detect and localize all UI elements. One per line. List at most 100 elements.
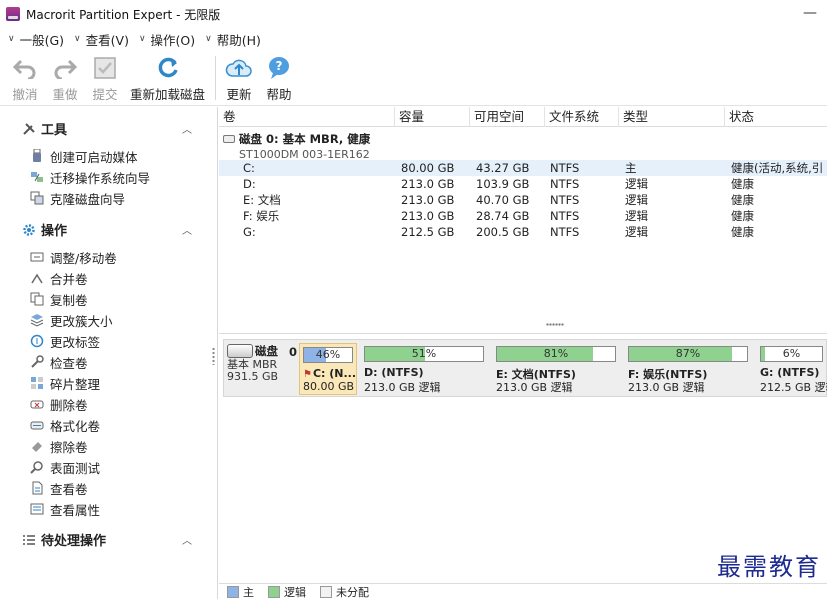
magnifier-icon <box>30 460 44 474</box>
cell-free: 43.27 GB <box>476 161 530 175</box>
section-pending[interactable]: 待处理操作 ︿ <box>22 530 202 549</box>
redo-icon <box>50 54 80 82</box>
sidebar-item-format[interactable]: 格式化卷 <box>30 415 100 435</box>
defrag-icon <box>30 376 44 390</box>
title-bar: Macrorit Partition Expert - 无限版 — <box>0 0 827 28</box>
cell-type: 逻辑 <box>625 177 648 191</box>
disk-icon <box>223 135 235 143</box>
active-flag-icon: ⚑ <box>303 369 312 380</box>
table-row[interactable]: D: 213.0 GB 103.9 GB NTFS 逻辑 健康 <box>219 176 827 192</box>
sidebar-item-check-volume[interactable]: 检查卷 <box>30 352 88 372</box>
redo-button[interactable]: 重做 <box>48 52 82 103</box>
help-button[interactable]: ? 帮助 <box>262 52 296 103</box>
collapse-icon[interactable]: ︿ <box>182 222 192 237</box>
tools-icon <box>22 122 36 136</box>
section-operations[interactable]: 操作 ︿ <box>22 220 202 239</box>
cell-status: 健康 <box>731 225 754 239</box>
label-icon <box>30 334 44 348</box>
sidebar-item-clone-disk[interactable]: 克隆磁盘向导 <box>30 188 125 208</box>
delete-disk-icon <box>30 397 44 411</box>
minimize-button[interactable]: — <box>803 5 817 21</box>
partition-block[interactable]: 87% F: 娱乐(NTFS) 213.0 GB 逻辑 <box>625 343 753 395</box>
cell-free: 200.5 GB <box>476 225 530 239</box>
legend-swatch <box>227 585 239 598</box>
cell-name: F: 娱乐 <box>243 209 280 223</box>
partition-desc: 80.00 GB <box>303 380 355 393</box>
table-row[interactable]: C: 80.00 GB 43.27 GB NTFS 主 健康(活动,系统,引 <box>219 160 827 176</box>
layers-icon <box>30 313 44 327</box>
table-row[interactable]: F: 娱乐 213.0 GB 28.74 GB NTFS 逻辑 健康 <box>219 208 827 224</box>
sidebar-item-delete[interactable]: 删除卷 <box>30 394 88 414</box>
usage-percent: 46% <box>315 348 341 361</box>
cell-capacity: 213.0 GB <box>401 193 455 207</box>
legend: 主 逻辑 未分配 <box>219 583 827 599</box>
reload-disk-button[interactable]: 重新加载磁盘 <box>128 52 207 103</box>
menu-view[interactable]: ∨ 查看(V) <box>74 30 129 49</box>
undo-button[interactable]: 撤消 <box>8 52 42 103</box>
update-button[interactable]: 更新 <box>222 52 256 103</box>
legend-item: 主 <box>227 584 254 599</box>
sidebar-item-bootable-media[interactable]: 创建可启动媒体 <box>30 146 138 166</box>
disk-title[interactable]: 磁盘 0: 基本 MBR, 健康 <box>223 131 370 147</box>
sidebar-item-migrate-os[interactable]: 迁移操作系统向导 <box>30 167 150 187</box>
cell-fs: NTFS <box>550 209 580 223</box>
legend-item: 未分配 <box>320 584 369 599</box>
collapse-icon[interactable]: ︿ <box>182 121 192 136</box>
disk-map: 磁盘 0 基本 MBR 931.5 GB 46% ⚑C: (N... 80.00 G… <box>223 339 827 397</box>
partition-name: G: (NTFS) <box>760 366 820 379</box>
sidebar-item-resize-move[interactable]: 调整/移动卷 <box>30 247 117 267</box>
partition-block[interactable]: 81% E: 文档(NTFS) 213.0 GB 逻辑 <box>493 343 621 395</box>
column-free-space[interactable]: 可用空间 <box>470 107 545 127</box>
sidebar-item-properties[interactable]: 查看属性 <box>30 499 100 519</box>
sidebar-item-merge[interactable]: 合并卷 <box>30 268 88 288</box>
usage-percent: 6% <box>782 347 801 360</box>
partition-desc: 212.5 GB 逻辑 <box>760 381 827 394</box>
cell-status: 健康 <box>731 177 754 191</box>
column-volume[interactable]: 卷 <box>219 107 395 127</box>
cloud-upload-icon <box>224 54 254 82</box>
column-status[interactable]: 状态 <box>725 107 827 127</box>
chevron-down-icon: ∨ <box>74 34 81 44</box>
cell-type: 逻辑 <box>625 193 648 207</box>
column-file-system[interactable]: 文件系统 <box>545 107 619 127</box>
partition-block[interactable]: 51% D: (NTFS) 213.0 GB 逻辑 <box>361 343 489 395</box>
undo-icon <box>10 54 40 82</box>
cell-name: G: <box>243 225 256 239</box>
sidebar-resize-handle[interactable] <box>212 347 215 365</box>
sidebar-item-defrag[interactable]: 碎片整理 <box>30 373 100 393</box>
sidebar-item-surface-test[interactable]: 表面测试 <box>30 457 100 477</box>
wrench-icon <box>30 355 44 369</box>
sidebar-item-view-volume[interactable]: 查看卷 <box>30 478 88 498</box>
cell-type: 逻辑 <box>625 209 648 223</box>
cell-type: 逻辑 <box>625 225 648 239</box>
sidebar-item-change-label[interactable]: 更改标签 <box>30 331 100 351</box>
commit-button[interactable]: 提交 <box>88 52 122 103</box>
menu-operation[interactable]: ∨ 操作(O) <box>139 30 195 49</box>
chevron-down-icon: ∨ <box>205 34 212 44</box>
partition-block[interactable]: 6% G: (NTFS) 212.5 GB 逻辑 <box>757 343 827 395</box>
table-row[interactable]: G: 212.5 GB 200.5 GB NTFS 逻辑 健康 <box>219 224 827 240</box>
main-panel: 卷 容量 可用空间 文件系统 类型 状态 磁盘 0: 基本 MBR, 健康 ST… <box>219 107 827 599</box>
splitter-handle[interactable] <box>546 323 564 326</box>
menu-help[interactable]: ∨ 帮助(H) <box>205 30 261 49</box>
collapse-icon[interactable]: ︿ <box>182 532 192 547</box>
resize-icon <box>30 250 44 264</box>
partition-block[interactable]: 46% ⚑C: (N... 80.00 GB <box>299 343 357 395</box>
menu-general[interactable]: ∨ 一般(G) <box>8 30 64 49</box>
disk-group: 磁盘 0: 基本 MBR, 健康 ST1000DM 003-1ER162 <box>223 131 370 161</box>
chevron-down-icon: ∨ <box>8 34 15 44</box>
column-capacity[interactable]: 容量 <box>395 107 470 127</box>
disk-map-info[interactable]: 磁盘 0 基本 MBR 931.5 GB <box>227 343 297 395</box>
sidebar-item-copy[interactable]: 复制卷 <box>30 289 88 309</box>
cell-status: 健康(活动,系统,引 <box>731 161 824 175</box>
cell-status: 健康 <box>731 193 754 207</box>
cell-type: 主 <box>625 161 637 175</box>
cell-free: 28.74 GB <box>476 209 530 223</box>
legend-item: 逻辑 <box>268 584 306 599</box>
section-tools[interactable]: 工具 ︿ <box>22 119 202 138</box>
sidebar-item-wipe[interactable]: 擦除卷 <box>30 436 88 456</box>
table-row[interactable]: E: 文档 213.0 GB 40.70 GB NTFS 逻辑 健康 <box>219 192 827 208</box>
sidebar-item-cluster-size[interactable]: 更改簇大小 <box>30 310 113 330</box>
column-type[interactable]: 类型 <box>619 107 725 127</box>
usage-bar: 87% <box>628 346 748 362</box>
